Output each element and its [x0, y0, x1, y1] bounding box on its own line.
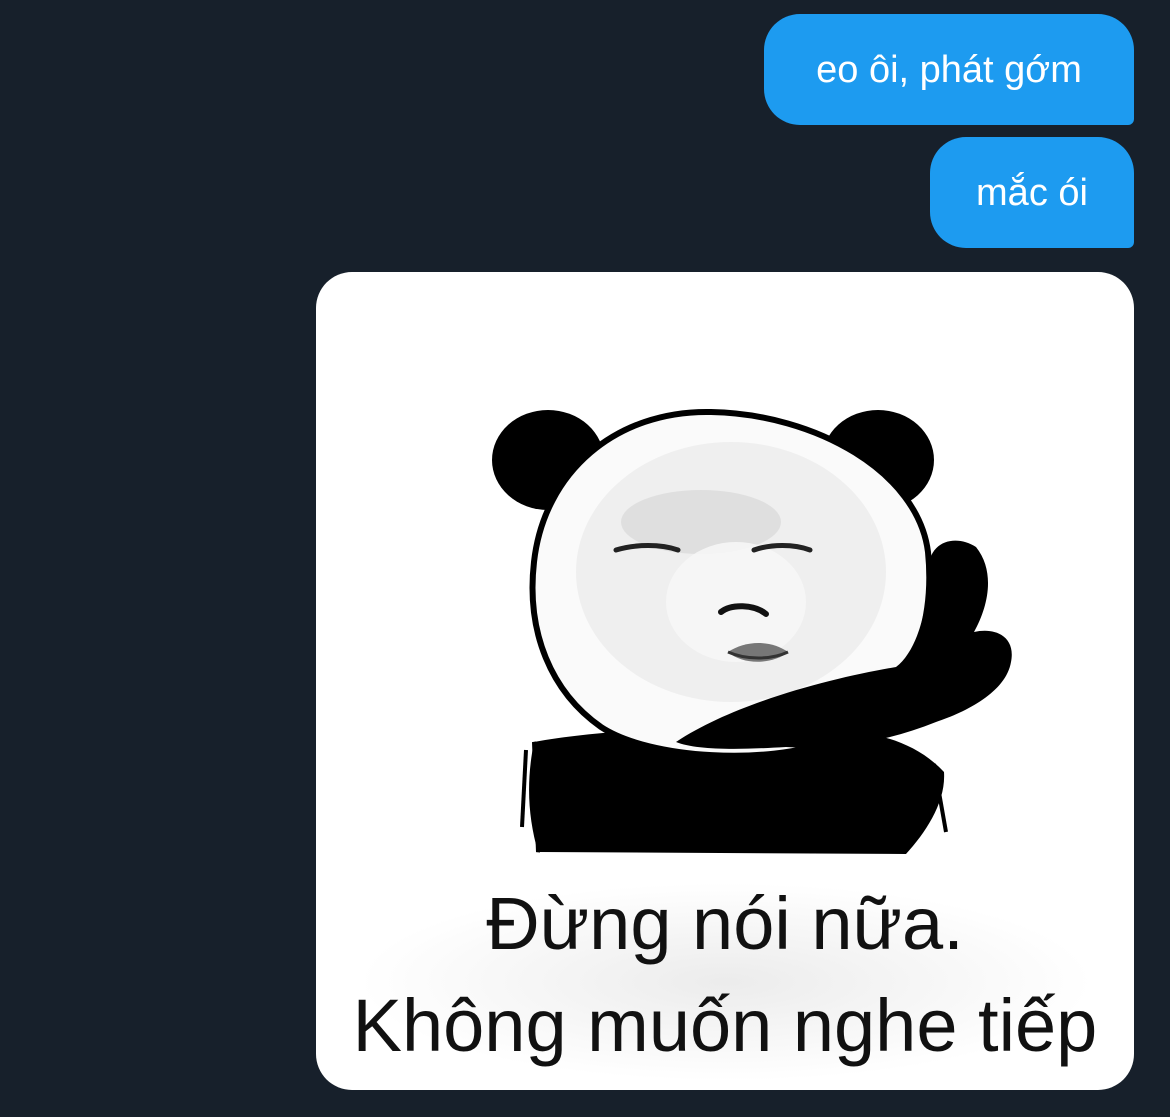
sticker-caption-line-1: Đừng nói nữa.	[486, 882, 964, 965]
sticker-image-message[interactable]: Đừng nói nữa. Không muốn nghe tiếp	[316, 272, 1134, 1090]
message-text: eo ôi, phát gớm	[816, 48, 1082, 91]
message-text: mắc ói	[976, 171, 1088, 214]
chat-bubble-sent[interactable]: mắc ói	[930, 137, 1134, 248]
chat-bubble-sent[interactable]: eo ôi, phát gớm	[764, 14, 1134, 125]
sticker-caption-line-2: Không muốn nghe tiếp	[352, 984, 1098, 1067]
